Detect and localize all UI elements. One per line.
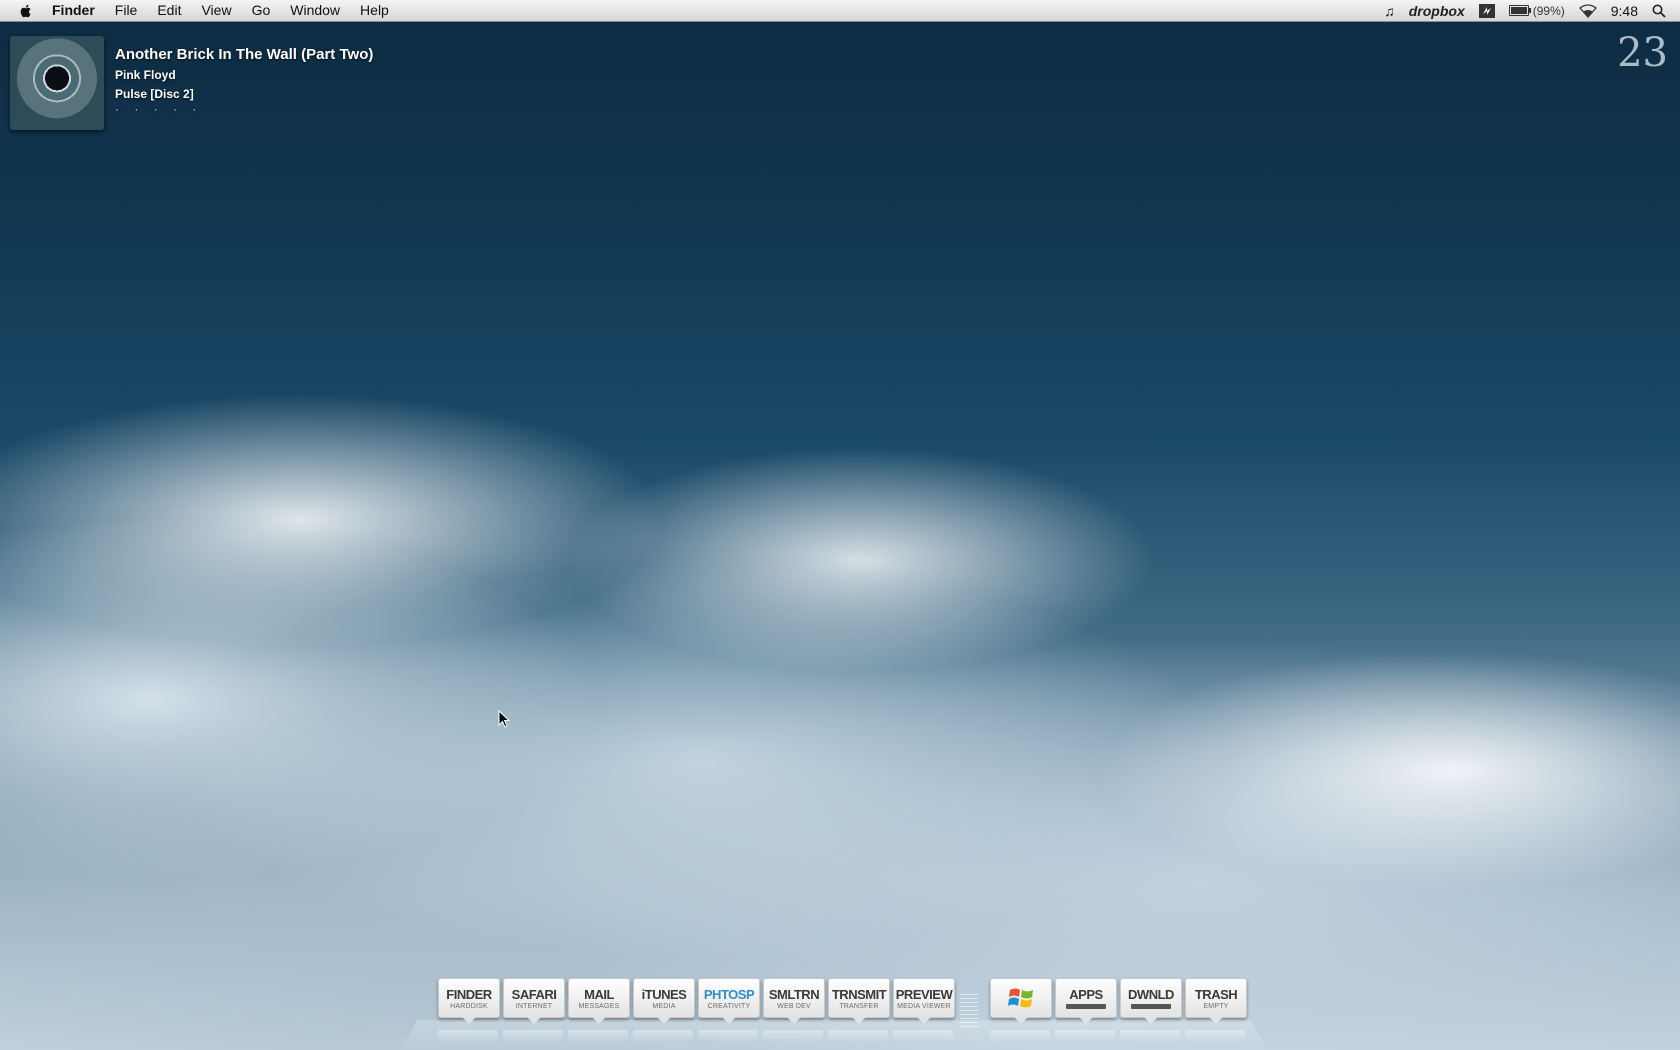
menu-clock[interactable]: 9:48	[1611, 3, 1638, 19]
stack-bar-icon	[1066, 1004, 1106, 1009]
dock-reflection	[893, 1030, 953, 1042]
dock-item-label: SMLTRN	[768, 987, 820, 1002]
dock: FINDER HARDDISK SAFARI INTERNET MAIL MES…	[400, 970, 1268, 1050]
dock-item-simulator[interactable]: SMLTRN WEB DEV	[763, 978, 825, 1018]
battery-percent: (99%)	[1532, 3, 1565, 18]
battery-fill	[1510, 7, 1527, 14]
battery-status[interactable]: (99%)	[1508, 3, 1565, 18]
stack-bar-icon	[1131, 1004, 1171, 1009]
mouse-cursor-icon	[498, 710, 510, 728]
album-art[interactable]	[10, 36, 104, 130]
dock-item-label: TRASH	[1194, 987, 1238, 1002]
dock-item-photoshop[interactable]: PHTOSP CREATIVITY	[698, 978, 760, 1018]
dock-item-windows[interactable]	[990, 978, 1052, 1018]
now-playing-widget: Another Brick In The Wall (Part Two) Pin…	[10, 36, 373, 130]
dropbox-status-icon[interactable]	[1478, 3, 1495, 18]
dock-stack-apps[interactable]: APPS STACK	[1055, 978, 1117, 1030]
dock-reflection	[568, 1030, 628, 1042]
menu-go[interactable]: Go	[242, 0, 281, 21]
dock-item-sublabel: MEDIA VIEWER	[897, 1003, 951, 1010]
dock-item-sublabel: CREATIVITY	[707, 1003, 751, 1010]
track-rating[interactable]: · · · · ·	[115, 102, 373, 116]
dock-separator	[960, 994, 978, 1028]
windows-logo-icon	[1008, 988, 1033, 1008]
track-title: Another Brick In The Wall (Part Two)	[115, 46, 374, 63]
dock-reflection	[503, 1030, 563, 1042]
date-widget: 23	[1617, 30, 1668, 76]
track-artist: Pink Floyd	[115, 68, 176, 82]
dock-item-mail[interactable]: MAIL MESSAGES	[568, 978, 630, 1018]
dock-item-itunes[interactable]: iTUNES MEDIA	[633, 978, 695, 1018]
dock-item-label: MAIL	[584, 987, 614, 1002]
dock-item-sublabel: EMPTY	[1203, 1003, 1229, 1010]
dock-item-sublabel: HARDDISK	[450, 1003, 488, 1010]
dock-reflection	[1120, 1030, 1180, 1042]
apple-icon[interactable]	[18, 3, 34, 19]
dock-item-sublabel: MESSAGES	[578, 1003, 620, 1010]
menu-file[interactable]: File	[105, 0, 148, 21]
dock-item-label: iTUNES	[641, 987, 687, 1002]
dock-item-sublabel: MEDIA	[652, 1003, 676, 1010]
menu-window[interactable]: Window	[280, 0, 350, 21]
dock-stack-downloads[interactable]: DWNLD STACK	[1120, 978, 1182, 1030]
menu-app-finder[interactable]: Finder	[42, 0, 105, 21]
menu-view[interactable]: View	[191, 0, 241, 21]
dock-item-finder[interactable]: FINDER HARDDISK	[438, 978, 500, 1018]
dock-item-label: DWNLD	[1128, 987, 1174, 1002]
dock-item-safari[interactable]: SAFARI INTERNET	[503, 978, 565, 1018]
dock-item-label: TRNSMIT	[831, 987, 887, 1002]
dock-reflection	[1185, 1030, 1245, 1042]
spotlight-search-icon[interactable]	[1652, 4, 1666, 18]
menu-bar: Finder File Edit View Go Window Help ♫ d…	[0, 0, 1680, 22]
dock-item-label: PREVIEW	[895, 987, 953, 1002]
dock-item-sublabel: WEB DEV	[777, 1003, 811, 1010]
dock-item-preview[interactable]: PREVIEW MEDIA VIEWER	[893, 978, 955, 1018]
dock-item-transmit[interactable]: TRNSMIT TRANSFER	[828, 978, 890, 1018]
dock-reflection	[633, 1030, 693, 1042]
dock-reflection	[828, 1030, 888, 1042]
track-album: Pulse [Disc 2]	[115, 87, 194, 101]
dock-item-label: PHTOSP	[703, 987, 755, 1002]
dock-item-sublabel: TRANSFER	[839, 1003, 879, 1010]
dock-item-label: FINDER	[446, 987, 492, 1002]
dock-reflection	[763, 1030, 823, 1042]
music-note-icon[interactable]: ♫	[1384, 3, 1395, 19]
menu-edit[interactable]: Edit	[147, 0, 191, 21]
dock-item-label: SAFARI	[511, 987, 557, 1002]
dropbox-menu[interactable]: dropbox	[1409, 3, 1465, 19]
dock-item-label: APPS	[1069, 987, 1103, 1002]
dock-reflection	[438, 1030, 498, 1042]
dock-reflection	[1055, 1030, 1115, 1042]
dock-reflection	[698, 1030, 758, 1042]
dock-item-sublabel: INTERNET	[515, 1003, 553, 1010]
wifi-icon[interactable]	[1578, 3, 1597, 18]
dock-item-trash[interactable]: TRASH EMPTY	[1185, 978, 1247, 1018]
menu-help[interactable]: Help	[350, 0, 399, 21]
battery-icon	[1508, 5, 1531, 16]
dock-reflection	[990, 1030, 1050, 1042]
